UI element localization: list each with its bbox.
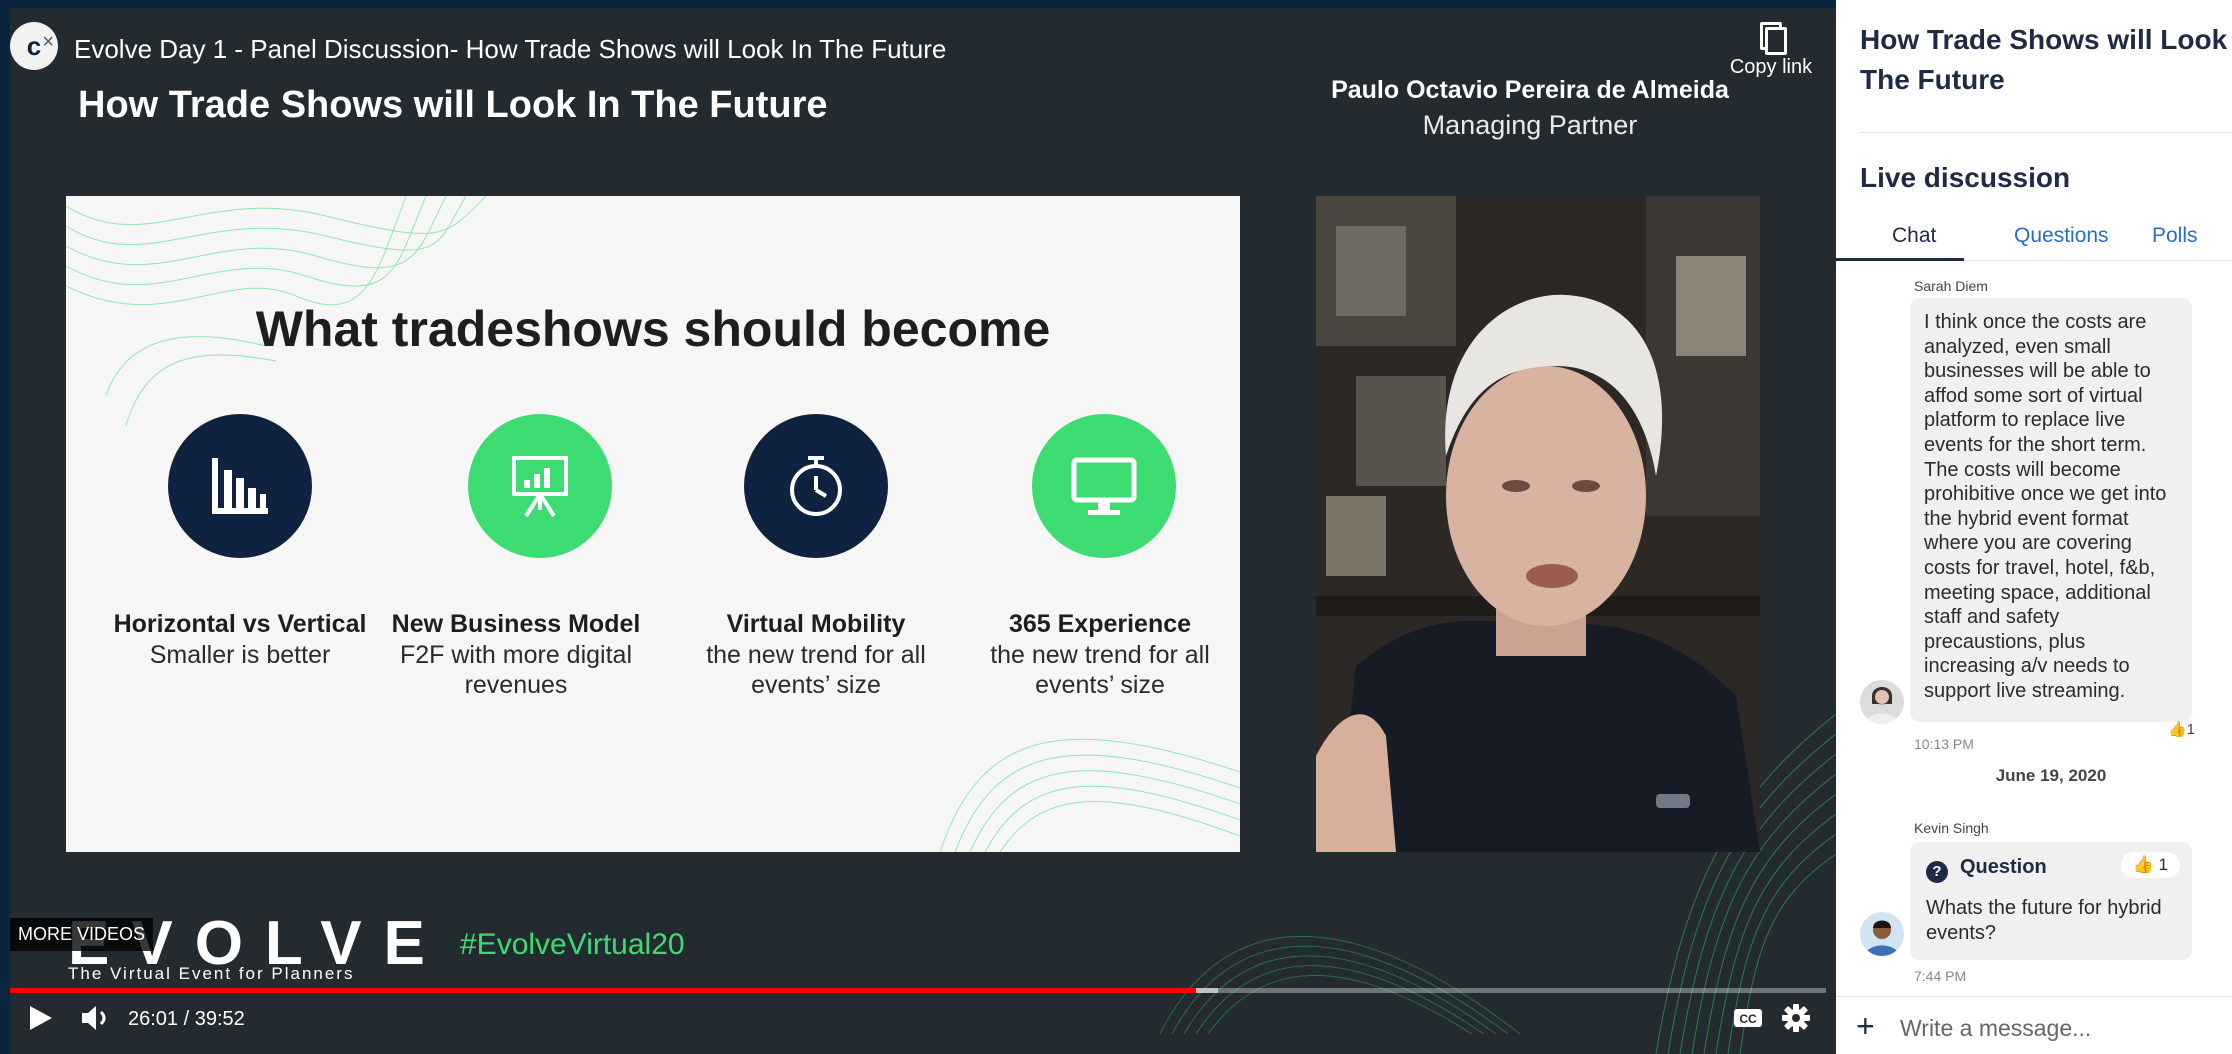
captions-icon: CC — [1734, 1009, 1762, 1027]
date-divider: June 19, 2020 — [1995, 766, 2107, 785]
close-icon[interactable]: × — [42, 18, 54, 66]
message-text: I think once the costs are analyzed, eve… — [1924, 311, 2167, 702]
message-author: Sarah Diem — [1914, 278, 1988, 294]
volume-button[interactable] — [76, 998, 116, 1038]
channel-avatar[interactable]: c × — [10, 22, 58, 70]
slide-heading: How Trade Shows will Look In The Future — [78, 84, 828, 126]
feature-title: 365 Experience — [1008, 610, 1192, 638]
message-input[interactable] — [1900, 1012, 2220, 1044]
captions-button[interactable]: CC — [1728, 998, 1768, 1038]
progress-played — [10, 988, 1196, 993]
copy-link-button[interactable]: Copy link — [1726, 22, 1816, 79]
message-text: Whats the future for hybrid events? — [1926, 897, 2162, 944]
feature-title: New Business Model — [391, 610, 641, 638]
presentation-slide: What tradeshows should become Horizontal… — [66, 196, 1240, 852]
tab-polls[interactable]: Polls — [2152, 224, 2198, 248]
message-time: 7:44 PM — [1914, 968, 1967, 984]
slide-title: What tradeshows should become — [255, 301, 1051, 357]
volume-icon — [82, 1006, 106, 1030]
player-controls: 26:01 / 39:52 CC — [10, 998, 1836, 1048]
composer-divider — [1836, 996, 2232, 997]
feature-desc: Smaller is better — [149, 641, 331, 669]
frame-border — [10, 0, 1836, 8]
video-title[interactable]: Evolve Day 1 - Panel Discussion- How Tra… — [74, 34, 946, 65]
chat-message[interactable]: I think once the costs are analyzed, eve… — [1910, 298, 2192, 722]
presentation-board-icon — [468, 414, 612, 558]
message-time: 10:13 PM — [1914, 736, 1974, 752]
speaker-webcam — [1316, 196, 1760, 852]
video-player[interactable]: c × Evolve Day 1 - Panel Discussion- How… — [10, 0, 1836, 1054]
feature-desc: the new trend for all events’ size — [990, 641, 1210, 699]
upvote-button[interactable]: 👍 1 — [2120, 852, 2180, 878]
question-message[interactable]: ? Question 👍 1 Whats the future for hybri… — [1910, 842, 2192, 960]
more-videos-button[interactable]: MORE VIDEOS — [10, 918, 154, 951]
tab-chat[interactable]: Chat — [1892, 224, 1936, 248]
feature-desc: F2F with more digital revenues — [399, 641, 633, 699]
channel-initial: c — [26, 31, 42, 61]
feature-desc: the new trend for all events’ size — [706, 641, 926, 699]
event-hashtag: #EvolveVirtual20 — [460, 928, 685, 961]
feature-title: Virtual Mobility — [726, 610, 906, 638]
message-author: Kevin Singh — [1914, 820, 1989, 836]
avatar[interactable] — [1860, 680, 1904, 724]
feature-title: Horizontal vs Vertical — [113, 610, 367, 638]
discussion-panel: How Trade Shows will Look In The Future … — [1836, 0, 2232, 1054]
question-type: Question — [1960, 856, 2047, 878]
progress-bar[interactable] — [10, 988, 1826, 993]
speaker-video-frame — [1316, 196, 1760, 852]
question-icon: ? — [1926, 861, 1948, 883]
speaker-role: Managing Partner — [1422, 110, 1638, 140]
question-label: ? Question — [1926, 856, 2047, 883]
svg-text:CC: CC — [1739, 1012, 1757, 1026]
play-button[interactable] — [24, 998, 60, 1038]
divider — [1860, 132, 2232, 133]
evolve-tagline: The Virtual Event for Planners — [68, 964, 355, 983]
avatar[interactable] — [1860, 912, 1904, 956]
add-attachment-icon[interactable]: + — [1856, 1010, 1875, 1042]
monitor-icon — [1032, 414, 1176, 558]
reaction-badge[interactable]: 👍1 — [2168, 720, 2195, 738]
bar-chart-icon — [168, 414, 312, 558]
active-tab-indicator — [1836, 258, 1964, 261]
thumbs-up-icon: 👍 — [2132, 855, 2154, 874]
tab-questions[interactable]: Questions — [2014, 224, 2109, 248]
play-icon — [30, 1006, 52, 1030]
live-discussion-heading: Live discussion — [1860, 162, 2071, 193]
gear-icon — [1782, 1004, 1810, 1032]
copy-icon — [1760, 22, 1787, 55]
copy-link-label: Copy link — [1729, 56, 1813, 78]
speaker-name: Paulo Octavio Pereira de Almeida — [1331, 76, 1729, 104]
upvote-count: 1 — [2158, 855, 2168, 874]
settings-button[interactable] — [1776, 998, 1816, 1038]
stopwatch-icon — [744, 414, 888, 558]
session-title: How Trade Shows will Look In The Future — [1860, 24, 2232, 95]
time-display: 26:01 / 39:52 — [128, 1008, 245, 1030]
